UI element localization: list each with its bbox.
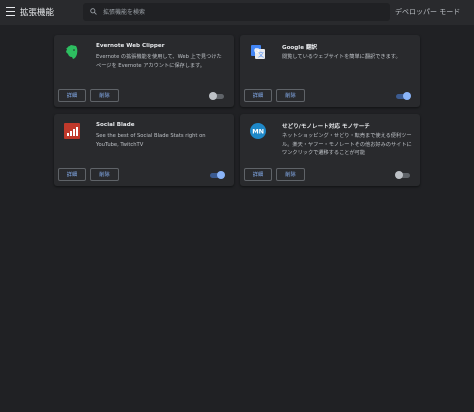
details-button[interactable]: 詳細	[58, 89, 86, 102]
dev-mode-label[interactable]: デベロッパー モード	[395, 7, 460, 17]
details-button[interactable]: 詳細	[58, 168, 86, 181]
extension-name: Evernote Web Clipper	[96, 43, 165, 49]
extension-description: ネットショッピング・せどり・転売まで使える便利ツール。楽天・ヤフー・モノレートそ…	[282, 133, 412, 157]
toggle-knob	[403, 92, 411, 100]
extension-name: Social Blade	[96, 122, 135, 128]
extension-name: せどり/モノレート対応 モノサーチ	[282, 124, 370, 130]
extension-description: Evernote の拡張機能を使用して、Web 上で見つけたページを Evern…	[96, 54, 222, 69]
extension-card-social-blade: Social Blade See the best of Social Blad…	[54, 114, 234, 186]
details-button[interactable]: 詳細	[244, 168, 272, 181]
enable-toggle[interactable]	[210, 171, 225, 179]
top-toolbar: 拡張機能 デベロッパー モード	[0, 0, 474, 25]
monosearch-icon: MN	[250, 123, 266, 139]
page-title: 拡張機能	[20, 8, 55, 18]
enable-toggle[interactable]	[396, 92, 411, 100]
enable-toggle[interactable]	[209, 92, 224, 100]
extension-card-monosearch: MN せどり/モノレート対応 モノサーチ ネットショッピング・せどり・転売まで使…	[240, 114, 420, 186]
extension-description: See the best of Social Blade Stats right…	[96, 133, 206, 148]
extension-description: 閲覧しているウェブサイトを簡単に翻訳できます。	[282, 54, 401, 60]
toggle-knob	[217, 171, 225, 179]
google-translate-icon: G 文	[251, 45, 265, 59]
svg-text:MN: MN	[252, 128, 264, 136]
extension-card-evernote: Evernote Web Clipper Evernote の拡張機能を使用して…	[54, 35, 234, 107]
remove-button[interactable]: 削除	[276, 89, 305, 102]
details-button[interactable]: 詳細	[244, 89, 272, 102]
remove-button[interactable]: 削除	[276, 168, 305, 181]
search-box[interactable]	[83, 3, 390, 21]
social-blade-icon	[64, 123, 80, 139]
evernote-elephant-icon	[66, 45, 78, 59]
search-input[interactable]	[103, 5, 383, 19]
search-icon	[90, 8, 97, 15]
extension-name: Google 翻訳	[282, 45, 318, 51]
toggle-knob	[395, 171, 403, 179]
toggle-knob	[209, 92, 217, 100]
svg-text:文: 文	[258, 51, 264, 59]
remove-button[interactable]: 削除	[90, 168, 119, 181]
extension-card-google-translate: G 文 Google 翻訳 閲覧しているウェブサイトを簡単に翻訳できます。 詳細…	[240, 35, 420, 107]
remove-button[interactable]: 削除	[90, 89, 119, 102]
enable-toggle[interactable]	[395, 171, 410, 179]
hamburger-icon[interactable]	[6, 7, 15, 16]
